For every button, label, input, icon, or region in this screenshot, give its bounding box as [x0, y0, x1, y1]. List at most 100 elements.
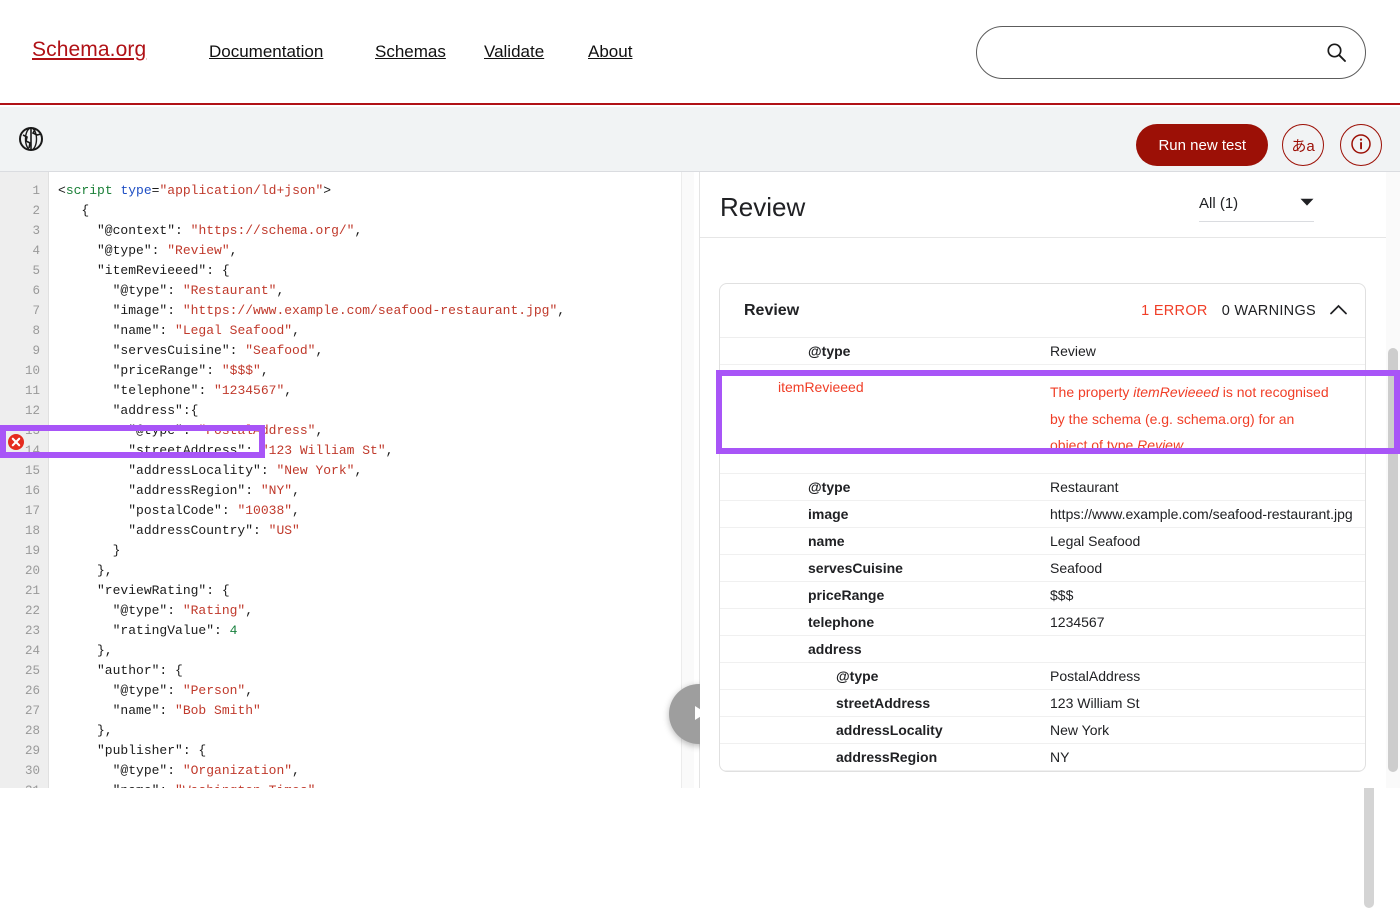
run-new-test-button[interactable]: Run new test [1136, 124, 1268, 166]
code-line[interactable]: "@type": "Person", [58, 681, 253, 701]
code-line[interactable]: "reviewRating": { [58, 581, 230, 601]
property-row: address [720, 636, 1365, 663]
code-token: "telephone" [58, 383, 198, 398]
nav-link-validate[interactable]: Validate [484, 42, 544, 62]
nav-link-about[interactable]: About [588, 42, 632, 62]
results-filter-label: All (1) [1199, 195, 1238, 212]
brand-logo[interactable]: Schema.org [32, 38, 146, 62]
code-line[interactable]: "@type": "Review", [58, 241, 237, 261]
code-line[interactable]: "streetAddress": "123 William St", [58, 441, 393, 461]
code-token: "https://www.example.com/seafood-restaur… [183, 303, 557, 318]
line-number: 28 [0, 721, 40, 741]
code-token: "@context" [58, 223, 175, 238]
code-token: "addressRegion" [58, 483, 245, 498]
search-input[interactable] [997, 27, 1317, 78]
property-row: addressRegionNY [720, 744, 1365, 771]
nav-link-documentation[interactable]: Documentation [209, 42, 323, 62]
top-navigation-bar: Schema.org Documentation Schemas Validat… [0, 0, 1400, 105]
page-scrollbar-thumb[interactable] [1388, 348, 1398, 772]
line-number: 22 [0, 601, 40, 621]
code-line[interactable]: <script type="application/ld+json"> [58, 181, 331, 201]
globe-icon[interactable] [16, 124, 46, 154]
line-number: 27 [0, 701, 40, 721]
code-line[interactable]: "postalCode": "10038", [58, 501, 300, 521]
code-token: , [261, 363, 269, 378]
code-line[interactable]: { [58, 201, 89, 221]
code-token: : [152, 243, 168, 258]
line-number: 7 [0, 301, 40, 321]
chevron-up-icon[interactable] [1330, 302, 1347, 320]
line-number: 30 [0, 761, 40, 781]
code-line[interactable]: "priceRange": "$$$", [58, 361, 269, 381]
code-line[interactable]: }, [58, 641, 113, 661]
code-line[interactable]: "name": "Legal Seafood", [58, 321, 300, 341]
code-token: , [292, 323, 300, 338]
code-line[interactable]: "addressLocality": "New York", [58, 461, 362, 481]
code-token: : [167, 763, 183, 778]
code-editor-pane[interactable]: 1234567891011121314151617181920212223242… [0, 172, 671, 788]
code-token: , [245, 683, 253, 698]
code-line[interactable]: "@context": "https://schema.org/", [58, 221, 362, 241]
code-line[interactable]: "name": "Washington Times" [58, 781, 315, 788]
results-filter-dropdown[interactable]: All (1) [1199, 194, 1314, 222]
code-token: "Organization" [183, 763, 292, 778]
code-line[interactable]: "@type": "Organization", [58, 761, 300, 781]
code-token: , [557, 303, 565, 318]
code-line[interactable]: }, [58, 721, 113, 741]
code-token: , [315, 343, 323, 358]
code-token: }, [58, 563, 113, 578]
code-token: : { [206, 263, 229, 278]
property-value: 123 William St [1050, 690, 1365, 716]
code-token: "New York" [276, 463, 354, 478]
warning-count-badge: 0 WARNINGS [1222, 303, 1316, 319]
code-line[interactable]: "name": "Bob Smith" [58, 701, 261, 721]
code-token: : [222, 503, 238, 518]
property-value [1050, 644, 1365, 654]
code-line[interactable]: "@type": "Rating", [58, 601, 253, 621]
code-line[interactable]: "author": { [58, 661, 183, 681]
language-toggle-button[interactable]: あa [1282, 124, 1324, 166]
property-rows-container: @typeReviewitemRevieeedThe property item… [720, 338, 1365, 771]
error-count-badge: 1 ERROR [1141, 303, 1208, 319]
code-token: "$$$" [222, 363, 261, 378]
code-token: : [159, 323, 175, 338]
page-scrollbar-track[interactable] [1386, 172, 1400, 788]
code-line[interactable]: "publisher": { [58, 741, 206, 761]
code-line[interactable]: "address":{ [58, 401, 198, 421]
code-line[interactable]: "@type": "PostalAddress", [58, 421, 323, 441]
code-token: : [245, 483, 261, 498]
code-token: , [315, 423, 323, 438]
editor-error-marker-icon[interactable] [7, 433, 25, 451]
code-line[interactable]: "image": "https://www.example.com/seafoo… [58, 301, 565, 321]
info-button[interactable] [1340, 124, 1382, 166]
search-box[interactable] [976, 26, 1366, 79]
search-icon[interactable] [1326, 42, 1347, 63]
code-token: "1234567" [214, 383, 284, 398]
code-line[interactable]: } [58, 541, 120, 561]
code-token: , [292, 503, 300, 518]
code-line[interactable]: "itemRevieeed": { [58, 261, 230, 281]
code-token: : [261, 463, 277, 478]
code-line[interactable]: "addressCountry": "US" [58, 521, 300, 541]
property-key: addressRegion [720, 744, 1050, 770]
code-line[interactable]: "servesCuisine": "Seafood", [58, 341, 323, 361]
property-key: image [720, 501, 1050, 527]
property-row: telephone1234567 [720, 609, 1365, 636]
property-value: Restaurant [1050, 474, 1365, 500]
results-pane: Review All (1) Review 1 ERROR 0 WARNINGS… [700, 172, 1400, 788]
code-line[interactable]: }, [58, 561, 113, 581]
code-line[interactable]: "telephone": "1234567", [58, 381, 292, 401]
result-card-header[interactable]: Review 1 ERROR 0 WARNINGS [720, 284, 1365, 338]
code-token: "image" [58, 303, 167, 318]
code-token: "itemRevieeed" [58, 263, 206, 278]
code-token: "NY" [261, 483, 292, 498]
code-line[interactable]: "@type": "Restaurant", [58, 281, 284, 301]
line-number: 16 [0, 481, 40, 501]
code-token: "PostalAddress" [198, 423, 315, 438]
code-token: "Seafood" [245, 343, 315, 358]
nav-link-schemas[interactable]: Schemas [375, 42, 446, 62]
code-token: "Person" [183, 683, 245, 698]
code-line[interactable]: "addressRegion": "NY", [58, 481, 300, 501]
property-row: priceRange$$$ [720, 582, 1365, 609]
code-line[interactable]: "ratingValue": 4 [58, 621, 237, 641]
